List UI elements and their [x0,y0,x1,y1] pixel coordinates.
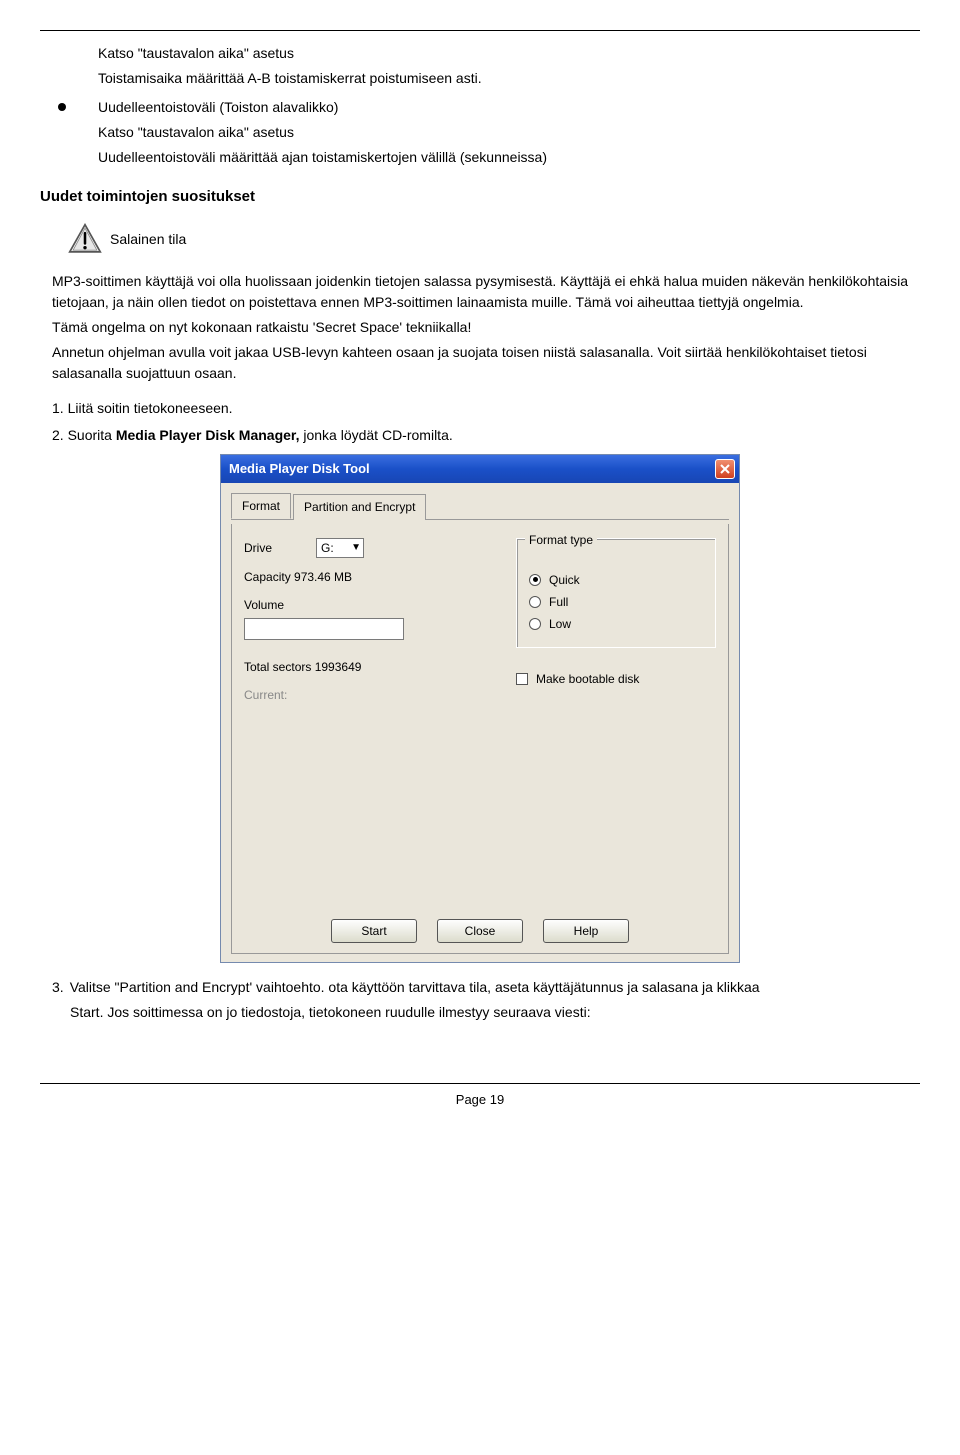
checkbox-label-bootable: Make bootable disk [536,670,639,688]
tab-strip: Format Partition and Encrypt [231,493,729,520]
chevron-down-icon: ▼ [351,540,361,555]
radio-row-full[interactable]: Full [529,593,703,611]
volume-input[interactable] [244,618,404,640]
bullet-item: Uudelleentoistoväli (Toiston alavalikko) [58,97,920,118]
caution-row: Salainen tila [68,223,920,257]
close-button-dialog[interactable]: Close [437,919,523,943]
start-button[interactable]: Start [331,919,417,943]
step-2-suffix: jonka löydät CD-romilta. [299,427,452,443]
text-line: Uudelleentoistoväli määrittää ajan toist… [98,147,920,168]
radio-row-quick[interactable]: Quick [529,571,703,589]
close-button[interactable] [715,459,735,479]
radio-label-quick: Quick [549,571,580,589]
titlebar: Media Player Disk Tool [221,455,739,483]
disk-tool-dialog: Media Player Disk Tool Format Partition … [220,454,740,963]
radio-icon-selected [529,574,541,586]
step-3-line-1: Valitse "Partition and Encrypt' vaihtoeh… [70,977,920,998]
drive-value: G: [321,539,334,557]
text-line: Katso "taustavalon aika" asetus [98,43,920,64]
current-label: Current: [244,686,287,704]
radio-label-low: Low [549,615,571,633]
total-sectors-text: Total sectors 1993649 [244,658,361,676]
format-type-legend: Format type [525,531,597,549]
checkbox-icon [516,673,528,685]
step-2-prefix: 2. Suorita [52,427,116,443]
bullet-title: Uudelleentoistoväli (Toiston alavalikko) [98,97,338,118]
step-3: 3. Valitse "Partition and Encrypt' vaiht… [52,977,920,998]
step-2-product-name: Media Player Disk Manager, [116,427,300,443]
tab-format[interactable]: Format [231,493,291,519]
help-button[interactable]: Help [543,919,629,943]
text-line: Katso "taustavalon aika" asetus [98,122,920,143]
caution-triangle-icon [68,223,102,257]
paragraph: Annetun ohjelman avulla voit jakaa USB-l… [52,342,920,384]
step-3-line-2: Start. Jos soittimessa on jo tiedostoja,… [70,1002,920,1023]
text-line: Toistamisaika määrittää A-B toistamisker… [98,68,920,89]
radio-label-full: Full [549,593,568,611]
caution-label: Salainen tila [110,229,186,250]
bullet-dot-icon [58,103,66,111]
drive-select[interactable]: G: ▼ [316,538,364,558]
titlebar-text: Media Player Disk Tool [229,459,370,479]
close-icon [720,464,730,474]
step-2: 2. Suorita Media Player Disk Manager, jo… [52,425,920,446]
radio-icon [529,618,541,630]
drive-label: Drive [244,539,316,557]
format-type-fieldset: Format type Quick Full Low [516,538,716,648]
paragraph: MP3-soittimen käyttäjä voi olla huolissa… [52,271,920,313]
radio-row-low[interactable]: Low [529,615,703,633]
page-footer: Page 19 [40,1083,920,1110]
section-heading: Uudet toimintojen suositukset [40,186,920,209]
paragraph: Tämä ongelma on nyt kokonaan ratkaistu '… [52,317,920,338]
tab-panel-format: Drive G: ▼ Capacity 973.46 MB Volume [231,524,729,954]
page-top-divider [40,30,920,31]
step-3-number: 3. [52,977,64,998]
step-1: 1. Liitä soitin tietokoneeseen. [52,398,920,419]
capacity-text: Capacity 973.46 MB [244,568,352,586]
checkbox-bootable-row[interactable]: Make bootable disk [516,670,716,688]
radio-icon [529,596,541,608]
volume-label: Volume [244,596,316,614]
tab-partition-encrypt[interactable]: Partition and Encrypt [293,494,426,520]
